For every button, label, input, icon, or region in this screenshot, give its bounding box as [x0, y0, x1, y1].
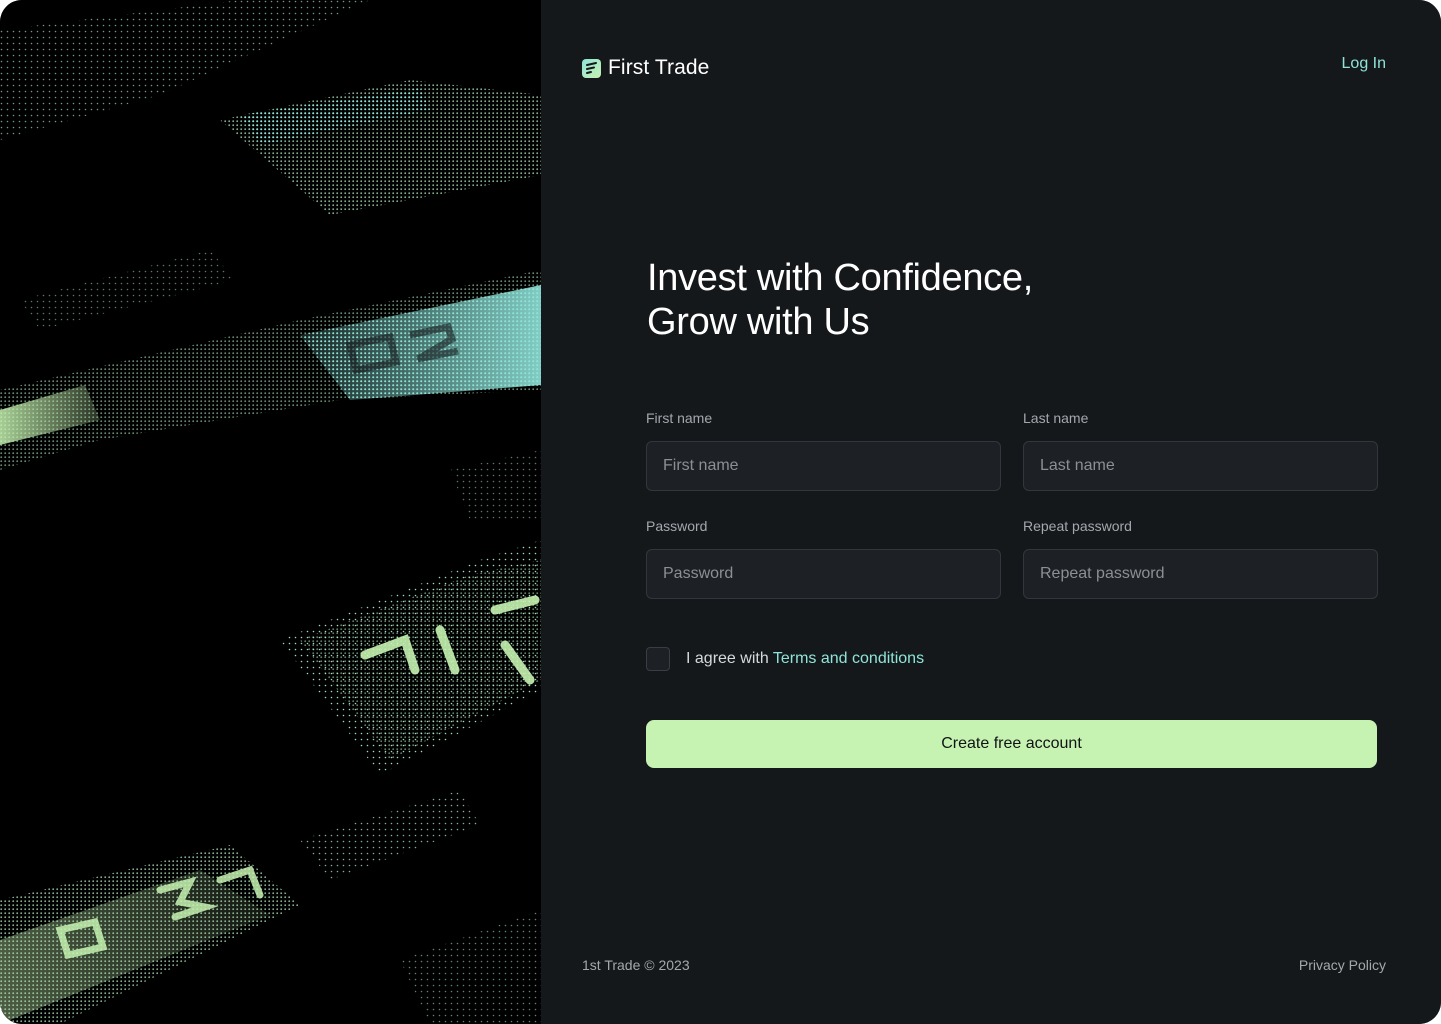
repeat-password-group: Repeat password	[1023, 518, 1378, 599]
first-name-field[interactable]	[646, 441, 1001, 491]
copyright-text: 1st Trade © 2023	[582, 957, 690, 973]
password-field[interactable]	[646, 549, 1001, 599]
title-line-2: Grow with Us	[647, 301, 870, 343]
create-account-button[interactable]: Create free account	[646, 720, 1377, 768]
last-name-group: Last name	[1023, 410, 1378, 491]
last-name-label: Last name	[1023, 410, 1089, 426]
terms-prefix: I agree with	[686, 650, 773, 667]
brand-name: First Trade	[608, 56, 710, 79]
terms-checkbox[interactable]	[646, 647, 670, 671]
password-group: Password	[646, 518, 1001, 599]
privacy-policy-link[interactable]: Privacy Policy	[1299, 957, 1386, 973]
terms-text: I agree with Terms and conditions	[686, 650, 924, 668]
signup-window: First Trade Log In Invest with Confidenc…	[0, 0, 1441, 1024]
terms-link[interactable]: Terms and conditions	[773, 650, 924, 667]
password-label: Password	[646, 518, 708, 534]
first-name-group: First name	[646, 410, 1001, 491]
last-name-field[interactable]	[1023, 441, 1378, 491]
dotted-ticker-artwork	[0, 0, 541, 1024]
page-title: Invest with Confidence, Grow with Us	[647, 256, 1033, 344]
title-line-1: Invest with Confidence,	[647, 257, 1033, 299]
repeat-password-label: Repeat password	[1023, 518, 1132, 534]
logo-icon	[582, 58, 601, 78]
brand-logo[interactable]: First Trade	[582, 56, 709, 80]
repeat-password-field[interactable]	[1023, 549, 1378, 599]
terms-agreement: I agree with Terms and conditions	[646, 647, 924, 671]
hero-artwork	[0, 0, 541, 1024]
login-link[interactable]: Log In	[1342, 55, 1386, 73]
first-name-label: First name	[646, 410, 713, 426]
signup-panel: First Trade Log In Invest with Confidenc…	[541, 0, 1441, 1024]
